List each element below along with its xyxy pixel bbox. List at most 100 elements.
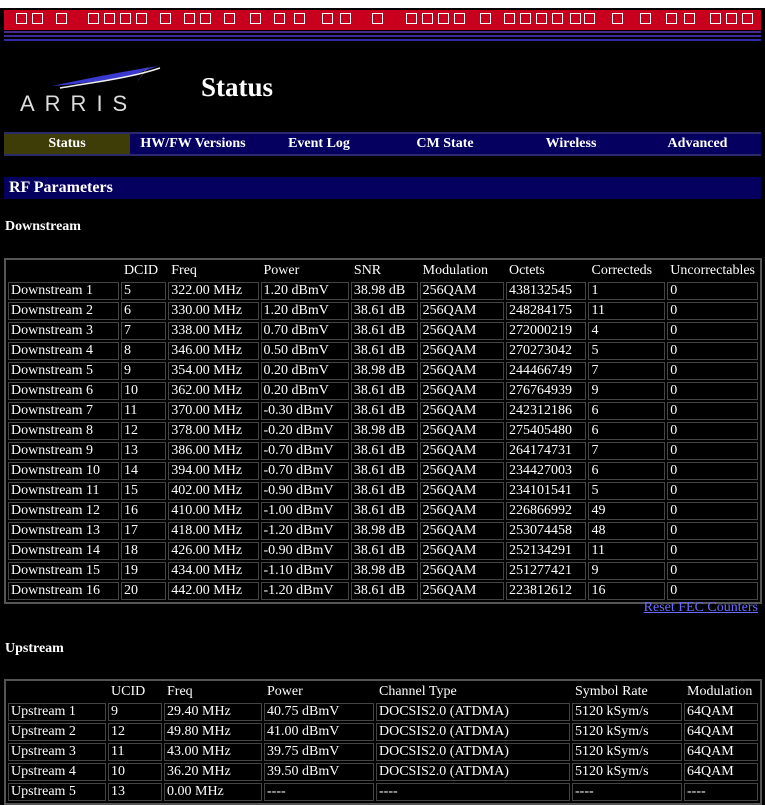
tab-cm-state[interactable]: CM State [382,134,508,154]
decorative-square [160,13,171,24]
table-cell: 0 [667,502,758,520]
table-cell: 256QAM [419,522,504,540]
table-cell: 378.00 MHz [168,422,259,440]
decorative-square [406,13,417,24]
downstream-row: Downstream 8 12 378.00 MHz -0.20 dBmV 38.98 … [8,422,758,440]
table-cell: 0 [667,382,758,400]
table-cell: 39.75 dBmV [264,743,374,761]
table-cell: 223812612 [505,582,587,600]
tab-event-log[interactable]: Event Log [256,134,382,154]
table-cell: 38.61 dB [350,582,418,600]
tab-status[interactable]: Status [4,134,130,154]
table-cell: 256QAM [419,582,504,600]
column-header-modulation: Modulation [419,262,504,280]
table-cell: 8 [120,342,167,360]
decorative-square [710,13,721,24]
table-cell: 0 [667,302,758,320]
table-cell: -1.00 dBmV [260,502,349,520]
table-cell: 256QAM [419,342,504,360]
table-cell: 41.00 dBmV [264,723,374,741]
table-cell: Downstream 5 [8,362,119,380]
table-cell: ---- [264,783,374,801]
decorative-square [480,13,491,24]
decorative-square [640,13,651,24]
downstream-row: Downstream 10 14 394.00 MHz -0.70 dBmV 38.61… [8,462,758,480]
table-cell: 226866992 [505,502,587,520]
reset-fec-counters-link[interactable]: Reset FEC Counters [644,600,758,616]
table-cell: 9 [588,382,666,400]
downstream-row: Downstream 12 16 410.00 MHz -1.00 dBmV 38.61… [8,502,758,520]
column-header-freq: Freq [168,262,259,280]
tab-advanced[interactable]: Advanced [634,134,761,154]
decorative-square [16,13,27,24]
table-cell: 7 [588,362,666,380]
table-cell: 256QAM [419,402,504,420]
table-cell: Downstream 6 [8,382,119,400]
table-cell: 244466749 [505,362,587,380]
table-cell: 39.50 dBmV [264,763,374,781]
table-cell: DOCSIS2.0 (ATDMA) [376,763,570,781]
table-cell: 19 [120,562,167,580]
decorative-square [184,13,195,24]
table-cell: 15 [120,482,167,500]
table-cell: 256QAM [419,482,504,500]
table-cell: 4 [588,322,666,340]
upstream-table: UCID Freq Power Channel Type Symbol Rate… [4,679,762,805]
table-cell: 5 [120,282,167,300]
table-cell: 38.61 dB [350,402,418,420]
table-cell: 362.00 MHz [168,382,259,400]
decorative-square [536,13,547,24]
decorative-square [684,13,695,24]
downstream-row: Downstream 4 8 346.00 MHz 0.50 dBmV 38.61 dB… [8,342,758,360]
decorative-square [250,13,261,24]
decorative-square [136,13,147,24]
table-cell: 43.00 MHz [164,743,262,761]
decorative-square [274,13,285,24]
decorative-square [454,13,465,24]
table-cell: 264174731 [505,442,587,460]
table-cell: 11 [588,542,666,560]
table-cell: 354.00 MHz [168,362,259,380]
decorative-square [726,13,737,24]
table-cell: DOCSIS2.0 (ATDMA) [376,743,570,761]
table-cell: 253074458 [505,522,587,540]
downstream-heading: Downstream [5,219,81,234]
downstream-row: Downstream 7 11 370.00 MHz -0.30 dBmV 38.61 … [8,402,758,420]
table-cell: -1.20 dBmV [260,582,349,600]
table-cell: 251277421 [505,562,587,580]
table-cell: Upstream 5 [8,783,106,801]
decorative-square [104,13,115,24]
table-cell: 234427003 [505,462,587,480]
decorative-square [56,13,67,24]
table-cell: DOCSIS2.0 (ATDMA) [376,723,570,741]
table-cell: 442.00 MHz [168,582,259,600]
table-cell: 38.98 dB [350,282,418,300]
table-cell: 0 [667,282,758,300]
table-cell: 346.00 MHz [168,342,259,360]
table-cell: 12 [108,723,162,741]
tab-wireless[interactable]: Wireless [508,134,634,154]
downstream-row: Downstream 3 7 338.00 MHz 0.70 dBmV 38.61 dB… [8,322,758,340]
table-cell: 40.75 dBmV [264,703,374,721]
table-cell: 256QAM [419,562,504,580]
column-header-symbol-rate: Symbol Rate [572,683,682,701]
table-cell: 256QAM [419,302,504,320]
table-cell: 20 [120,582,167,600]
table-cell: 402.00 MHz [168,482,259,500]
table-cell: 11 [108,743,162,761]
table-cell: 270273042 [505,342,587,360]
upstream-header-row: UCID Freq Power Channel Type Symbol Rate… [8,683,758,701]
table-cell: Downstream 10 [8,462,119,480]
table-cell: 18 [120,542,167,560]
decorative-square [570,13,581,24]
main-nav: Status HW/FW Versions Event Log CM State… [4,132,761,156]
table-cell: 36.20 MHz [164,763,262,781]
table-cell: -0.90 dBmV [260,482,349,500]
table-cell: 410.00 MHz [168,502,259,520]
decorative-square [552,13,563,24]
table-cell: 256QAM [419,422,504,440]
table-cell: 11 [588,302,666,320]
tab-hw-fw-versions[interactable]: HW/FW Versions [130,134,256,154]
table-cell: 7 [588,442,666,460]
table-cell: 0.50 dBmV [260,342,349,360]
